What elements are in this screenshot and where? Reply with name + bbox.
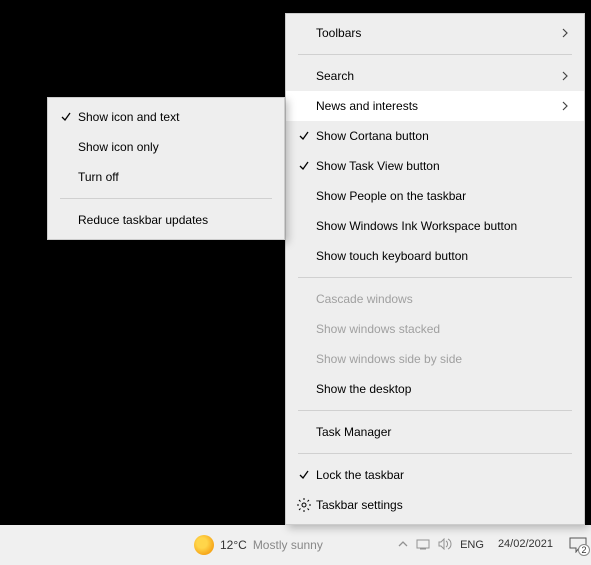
check-icon	[54, 111, 78, 123]
weather-widget[interactable]: 12°C Mostly sunny	[194, 535, 323, 555]
menu-item-ink[interactable]: Show Windows Ink Workspace button	[286, 211, 584, 241]
volume-icon[interactable]	[438, 538, 452, 553]
menu-label: News and interests	[316, 99, 554, 113]
check-icon	[292, 160, 316, 172]
menu-item-taskmgr[interactable]: Task Manager	[286, 417, 584, 447]
menu-item-settings[interactable]: Taskbar settings	[286, 490, 584, 520]
gear-icon	[292, 498, 316, 512]
menu-item-desktop[interactable]: Show the desktop	[286, 374, 584, 404]
notification-count: 2	[578, 544, 590, 556]
chevron-right-icon	[554, 28, 570, 38]
menu-label: Task Manager	[316, 425, 570, 439]
network-icon[interactable]	[416, 538, 430, 553]
menu-item-news[interactable]: News and interests	[286, 91, 584, 121]
menu-label: Cascade windows	[316, 292, 570, 306]
menu-item-stacked: Show windows stacked	[286, 314, 584, 344]
taskbar[interactable]: 12°C Mostly sunny ENG 24/02/2021 2	[0, 525, 591, 565]
separator	[298, 453, 572, 454]
menu-item-toolbars[interactable]: Toolbars	[286, 18, 584, 48]
menu-label: Reduce taskbar updates	[78, 213, 270, 227]
action-center-icon[interactable]: 2	[569, 537, 587, 553]
chevron-right-icon	[554, 71, 570, 81]
menu-label: Show People on the taskbar	[316, 189, 570, 203]
language-indicator[interactable]: ENG	[460, 539, 484, 551]
menu-label: Lock the taskbar	[316, 468, 570, 482]
menu-label: Show icon only	[78, 140, 270, 154]
menu-item-people[interactable]: Show People on the taskbar	[286, 181, 584, 211]
separator	[298, 54, 572, 55]
separator	[298, 277, 572, 278]
menu-label: Show Cortana button	[316, 129, 570, 143]
menu-label: Show icon and text	[78, 110, 270, 124]
menu-label: Show windows side by side	[316, 352, 570, 366]
submenu-item-reduce[interactable]: Reduce taskbar updates	[48, 205, 284, 235]
separator	[60, 198, 272, 199]
chevron-up-icon[interactable]	[398, 539, 408, 552]
menu-label: Show Windows Ink Workspace button	[316, 219, 570, 233]
system-tray: ENG 24/02/2021 2	[398, 537, 587, 553]
menu-label: Show the desktop	[316, 382, 570, 396]
taskbar-context-menu: Toolbars Search News and interests Show …	[285, 13, 585, 525]
date: 24/02/2021	[498, 538, 553, 551]
news-submenu: Show icon and text Show icon only Turn o…	[47, 97, 285, 240]
menu-label: Show Task View button	[316, 159, 570, 173]
submenu-item-icon-only[interactable]: Show icon only	[48, 132, 284, 162]
chevron-right-icon	[554, 101, 570, 111]
sun-icon	[194, 535, 214, 555]
menu-label: Search	[316, 69, 554, 83]
menu-label: Taskbar settings	[316, 498, 570, 512]
menu-item-search[interactable]: Search	[286, 61, 584, 91]
menu-item-lock[interactable]: Lock the taskbar	[286, 460, 584, 490]
weather-temp: 12°C	[220, 538, 247, 552]
submenu-item-icon-text[interactable]: Show icon and text	[48, 102, 284, 132]
menu-item-touchkb[interactable]: Show touch keyboard button	[286, 241, 584, 271]
menu-label: Show touch keyboard button	[316, 249, 570, 263]
menu-item-cortana[interactable]: Show Cortana button	[286, 121, 584, 151]
clock[interactable]: 24/02/2021	[498, 538, 553, 551]
menu-item-cascade: Cascade windows	[286, 284, 584, 314]
weather-text: Mostly sunny	[253, 538, 323, 552]
menu-label: Toolbars	[316, 26, 554, 40]
check-icon	[292, 130, 316, 142]
separator	[298, 410, 572, 411]
menu-item-sidebyside: Show windows side by side	[286, 344, 584, 374]
menu-label: Turn off	[78, 170, 270, 184]
submenu-item-turn-off[interactable]: Turn off	[48, 162, 284, 192]
menu-item-taskview[interactable]: Show Task View button	[286, 151, 584, 181]
check-icon	[292, 469, 316, 481]
menu-label: Show windows stacked	[316, 322, 570, 336]
